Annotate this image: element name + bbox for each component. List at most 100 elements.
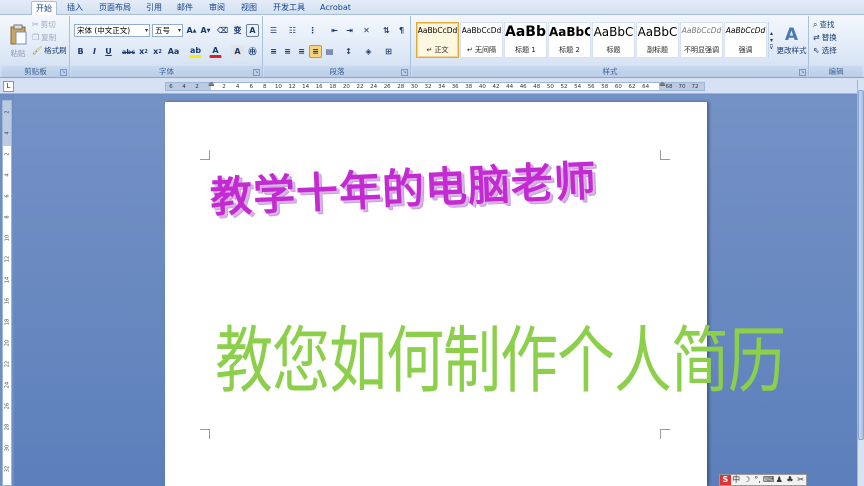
style-name: ↵ 正文 xyxy=(426,46,449,54)
shrink-font-icon[interactable]: A ▼ xyxy=(199,24,212,37)
tab-home[interactable]: 开始 xyxy=(31,1,57,15)
vertical-scrollbar[interactable] xyxy=(857,80,864,486)
chinese-layout-icon[interactable]: ✕ xyxy=(360,24,373,37)
align-right-icon[interactable]: ≡ xyxy=(295,45,308,58)
style-name: 副标题 xyxy=(647,46,668,54)
ime-chinese-mode[interactable]: 中 xyxy=(731,475,742,485)
decrease-indent-icon[interactable]: ⇤ xyxy=(328,24,341,37)
tab-mailings[interactable]: 邮件 xyxy=(173,1,197,15)
chevron-down-icon: ▾ xyxy=(769,36,773,44)
font-name-combo[interactable]: 宋体 (中文正文) ▾ xyxy=(74,24,150,37)
change-case-icon[interactable]: Aa xyxy=(167,45,180,58)
multilevel-list-icon[interactable]: ⋮ xyxy=(306,24,319,37)
tab-developer[interactable]: 开发工具 xyxy=(269,1,309,15)
ime-halfwidth-icon[interactable]: ☽ xyxy=(741,475,752,485)
ime-keyboard-icon[interactable]: ⌨ xyxy=(763,475,775,485)
tab-page-layout[interactable]: 页面布局 xyxy=(95,1,135,15)
grow-font-icon[interactable]: A ▲ xyxy=(185,24,198,37)
wordart-subtitle[interactable]: 教您如何制作个人简历 xyxy=(215,302,786,407)
ime-skin-icon[interactable]: ♣ xyxy=(785,475,796,485)
line-spacing-icon[interactable]: ↕ xyxy=(342,45,355,58)
italic-icon[interactable]: I xyxy=(88,45,101,58)
style-subtle-emphasis[interactable]: AaBbCcDd 不明显强调 xyxy=(680,22,723,58)
clipboard-dialog-launcher[interactable]: ↘ xyxy=(60,69,67,76)
ime-punctuation-icon[interactable]: °, xyxy=(752,475,763,485)
tab-insert[interactable]: 插入 xyxy=(63,1,87,15)
tab-selector[interactable]: L xyxy=(3,81,14,92)
style-heading-2[interactable]: AaBbC 标题 2 xyxy=(548,22,591,58)
right-indent-marker-icon[interactable]: ⏏ xyxy=(659,80,666,88)
change-styles-label: 更改样式 xyxy=(776,45,807,55)
font-dialog-launcher[interactable]: ↘ xyxy=(253,69,260,76)
strikethrough-icon[interactable]: abc xyxy=(122,45,135,58)
format-painter-button[interactable]: 🖌 格式刷 xyxy=(32,45,67,56)
align-left-icon[interactable]: ≡ xyxy=(267,45,280,58)
style-no-spacing[interactable]: AaBbCcDd ↵ 无间隔 xyxy=(460,22,503,58)
select-button[interactable]: ⇖ 选择 xyxy=(813,45,837,56)
ime-toolbar[interactable]: S 中 ☽ °, ⌨ ♟ ♣ ✂ xyxy=(719,474,807,486)
paste-button[interactable]: 粘贴 xyxy=(5,19,31,63)
paragraph-dialog-launcher[interactable]: ↘ xyxy=(401,69,408,76)
chevron-down-icon: ▾ xyxy=(177,27,181,34)
crop-mark xyxy=(200,429,210,439)
sort-icon[interactable]: ⇅ xyxy=(380,24,393,37)
indent-marker-icon[interactable]: ⏏ xyxy=(208,80,215,88)
document-page[interactable]: 教学十年的电脑老师 教您如何制作个人简历 xyxy=(165,102,786,486)
shading-icon[interactable]: ◈ xyxy=(362,45,375,58)
numbering-icon[interactable]: ☷ xyxy=(286,24,299,37)
crop-mark xyxy=(660,150,670,160)
find-button[interactable]: ⌕ 查找 xyxy=(813,19,834,30)
increase-indent-icon[interactable]: ⇥ xyxy=(343,24,356,37)
font-color-icon[interactable]: A xyxy=(209,45,222,58)
style-subtitle[interactable]: AaBbC 副标题 xyxy=(636,22,679,58)
borders-icon[interactable]: ⊞ xyxy=(382,45,395,58)
replace-button[interactable]: ⇄ 替换 xyxy=(813,32,837,43)
style-heading-1[interactable]: AaBb 标题 1 xyxy=(504,22,547,58)
character-shading-icon[interactable]: A xyxy=(231,45,244,58)
style-normal[interactable]: AaBbCcDd ↵ 正文 xyxy=(416,22,459,58)
style-name: 强调 xyxy=(738,46,753,54)
show-marks-icon[interactable]: ¶ xyxy=(395,24,408,37)
ime-tools-icon[interactable]: ✂ xyxy=(795,475,806,485)
tab-acrobat[interactable]: Acrobat xyxy=(316,1,355,15)
tab-references[interactable]: 引用 xyxy=(142,1,166,15)
tab-review[interactable]: 审阅 xyxy=(205,1,229,15)
ruler-tick: 40 xyxy=(478,84,486,90)
underline-icon[interactable]: U xyxy=(102,45,115,58)
styles-dialog-launcher[interactable]: ↘ xyxy=(799,69,806,76)
ime-logo-icon[interactable]: S xyxy=(720,475,731,485)
style-emphasis[interactable]: AaBbCcDd 强调 xyxy=(724,22,767,58)
bullets-icon[interactable]: ☰ xyxy=(267,24,280,37)
horizontal-ruler[interactable]: 6 4 2 2 4 6 8 10 12 14 16 18 20 22 24 26 28 30 32 34 36 38 40 4… xyxy=(165,80,705,91)
align-center-icon[interactable]: ≡ xyxy=(281,45,294,58)
more-icon: ⊽ xyxy=(769,43,774,51)
phonetic-guide-icon[interactable]: 变 xyxy=(231,24,244,37)
change-styles-button[interactable]: A 更改样式 xyxy=(775,18,808,62)
superscript-icon[interactable]: x2 xyxy=(151,45,164,58)
distributed-icon[interactable]: ▤ xyxy=(323,45,336,58)
scrollbar-thumb[interactable] xyxy=(858,90,864,440)
font-size-combo[interactable]: 五号 ▾ xyxy=(152,24,183,37)
ruler-tick: 28 xyxy=(397,84,405,90)
clipboard-group: 粘贴 ✂ 剪切 ❐ 复制 🖌 格式刷 剪贴板 ↘ xyxy=(2,16,70,77)
subscript-icon[interactable]: x2 xyxy=(137,45,150,58)
clear-format-icon[interactable]: ⌫ xyxy=(216,24,229,37)
bold-icon[interactable]: B xyxy=(74,45,87,58)
justify-icon[interactable]: ≡ xyxy=(309,45,322,58)
wordart-title[interactable]: 教学十年的电脑老师 xyxy=(209,147,598,225)
vruler-tick: 2 xyxy=(4,152,11,156)
copy-button[interactable]: ❐ 复制 xyxy=(32,32,56,43)
style-sample: AaBbCcDd xyxy=(461,26,502,35)
enclose-character-icon[interactable]: ㊥ xyxy=(246,45,259,58)
vertical-ruler[interactable]: 2 4 2 4 6 8 10 12 14 16 18 20 22 24 26 28 30 32 xyxy=(2,100,12,486)
vruler-tick: 8 xyxy=(4,215,11,219)
styles-scroll[interactable]: ▴ ▾ ⊽ xyxy=(768,22,774,58)
ruler-tick: 18 xyxy=(329,84,337,90)
ime-user-icon[interactable]: ♟ xyxy=(774,475,785,485)
tab-view[interactable]: 视图 xyxy=(237,1,261,15)
style-title[interactable]: AaBbC 标题 xyxy=(592,22,635,58)
cut-button[interactable]: ✂ 剪切 xyxy=(32,19,56,30)
character-border-icon[interactable]: A xyxy=(246,24,259,37)
ruler-tick: 46 xyxy=(519,84,527,90)
highlight-icon[interactable]: ab xyxy=(189,45,202,58)
